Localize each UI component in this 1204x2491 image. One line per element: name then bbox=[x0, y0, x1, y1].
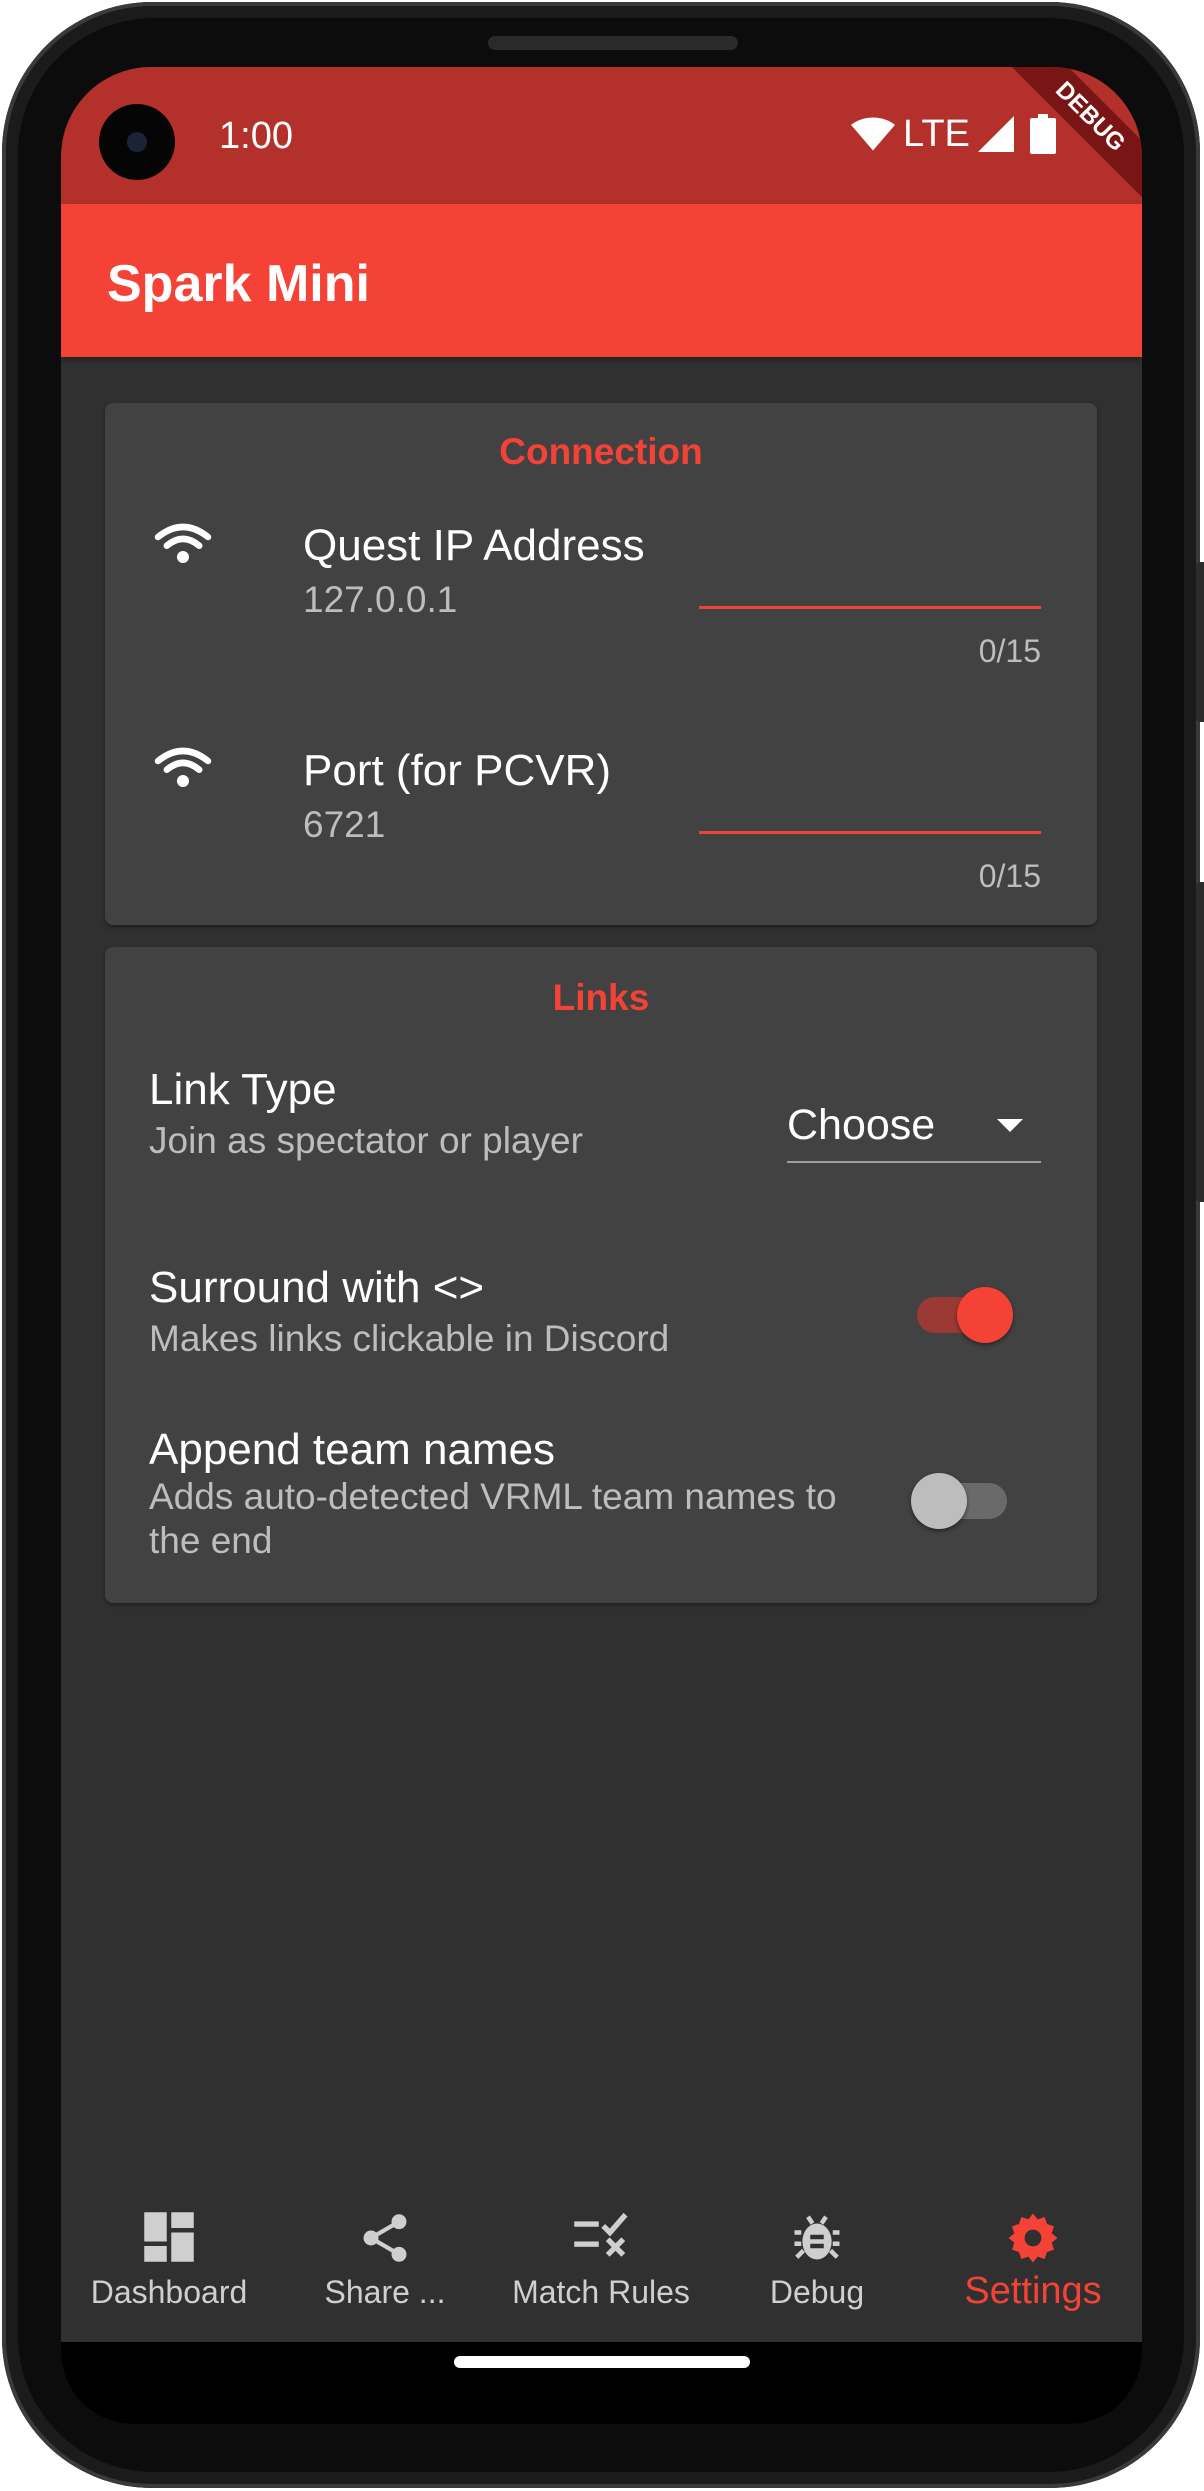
bug-icon bbox=[794, 2215, 840, 2260]
quest-ip-counter: 0/15 bbox=[978, 633, 1041, 669]
bottom-navigation: Dashboard Share ... Match Rules Debug Se… bbox=[61, 2192, 1142, 2342]
status-time: 1:00 bbox=[219, 115, 293, 157]
port-counter: 0/15 bbox=[978, 858, 1041, 894]
front-camera bbox=[99, 104, 175, 180]
nav-match-rules[interactable]: Match Rules bbox=[493, 2192, 709, 2342]
nav-dashboard[interactable]: Dashboard bbox=[61, 2192, 277, 2342]
share-icon bbox=[363, 2214, 407, 2262]
port-value[interactable]: 6721 bbox=[303, 804, 385, 846]
nav-label-debug: Debug bbox=[769, 2274, 865, 2310]
quest-ip-value[interactable]: 127.0.0.1 bbox=[303, 579, 457, 621]
port-input-underline[interactable] bbox=[699, 831, 1041, 834]
switch-thumb bbox=[957, 1287, 1013, 1343]
app-bar: Spark Mini bbox=[61, 204, 1142, 357]
earpiece-speaker bbox=[488, 36, 738, 50]
system-navigation-area bbox=[61, 2342, 1142, 2424]
network-type: LTE bbox=[903, 112, 970, 155]
dashboard-icon bbox=[144, 2212, 194, 2262]
port-label: Port (for PCVR) bbox=[303, 746, 612, 795]
quest-ip-input-underline[interactable] bbox=[699, 606, 1041, 609]
nav-label-match-rules: Match Rules bbox=[512, 2274, 690, 2310]
nav-label-dashboard: Dashboard bbox=[90, 2274, 248, 2310]
status-icons: LTE bbox=[851, 109, 1056, 159]
link-type-dropdown[interactable]: Choose bbox=[787, 1087, 1041, 1163]
power-button bbox=[1196, 882, 1204, 1202]
link-type-dropdown-value: Choose bbox=[787, 1101, 936, 1149]
switch-thumb bbox=[911, 1473, 967, 1529]
wifi-icon bbox=[154, 523, 212, 563]
links-section-title: Links bbox=[552, 977, 650, 1018]
nav-share[interactable]: Share ... bbox=[277, 2192, 493, 2342]
nav-debug[interactable]: Debug bbox=[709, 2192, 925, 2342]
append-team-title: Append team names bbox=[149, 1425, 556, 1474]
quest-ip-label: Quest IP Address bbox=[303, 521, 645, 570]
chevron-down-icon bbox=[997, 1119, 1023, 1132]
links-card: Links Link Type Join as spectator or pla… bbox=[105, 947, 1097, 1603]
connection-card: Connection Quest IP Address 127.0.0.1 0/… bbox=[105, 403, 1097, 925]
app-screen: 1:00 LTE DEBUG Spark Mini Connection Que… bbox=[61, 67, 1142, 2424]
nav-label-share: Share ... bbox=[324, 2274, 446, 2310]
nav-label-settings: Settings bbox=[964, 2270, 1102, 2312]
append-team-subtitle: Adds auto-detected VRML team names to th… bbox=[149, 1476, 837, 1561]
battery-icon bbox=[1029, 114, 1056, 154]
wifi-icon bbox=[154, 747, 212, 787]
connection-section-title: Connection bbox=[499, 431, 703, 472]
link-type-title: Link Type bbox=[149, 1065, 337, 1114]
surround-toggle[interactable] bbox=[907, 1285, 1017, 1345]
surround-title: Surround with <> bbox=[149, 1263, 485, 1312]
rule-icon bbox=[574, 2212, 628, 2257]
append-team-toggle[interactable] bbox=[907, 1471, 1017, 1531]
wifi-signal-icon bbox=[851, 117, 895, 151]
nav-settings[interactable]: Settings bbox=[925, 2192, 1141, 2342]
gear-icon bbox=[1008, 2213, 1058, 2263]
link-type-subtitle: Join as spectator or player bbox=[149, 1120, 583, 1161]
volume-button bbox=[1196, 562, 1204, 722]
home-indicator[interactable] bbox=[454, 2356, 750, 2368]
app-title: Spark Mini bbox=[107, 255, 370, 313]
status-bar: 1:00 LTE DEBUG bbox=[61, 67, 1142, 209]
cell-signal-icon bbox=[977, 116, 1014, 152]
surround-subtitle: Makes links clickable in Discord bbox=[149, 1318, 670, 1359]
